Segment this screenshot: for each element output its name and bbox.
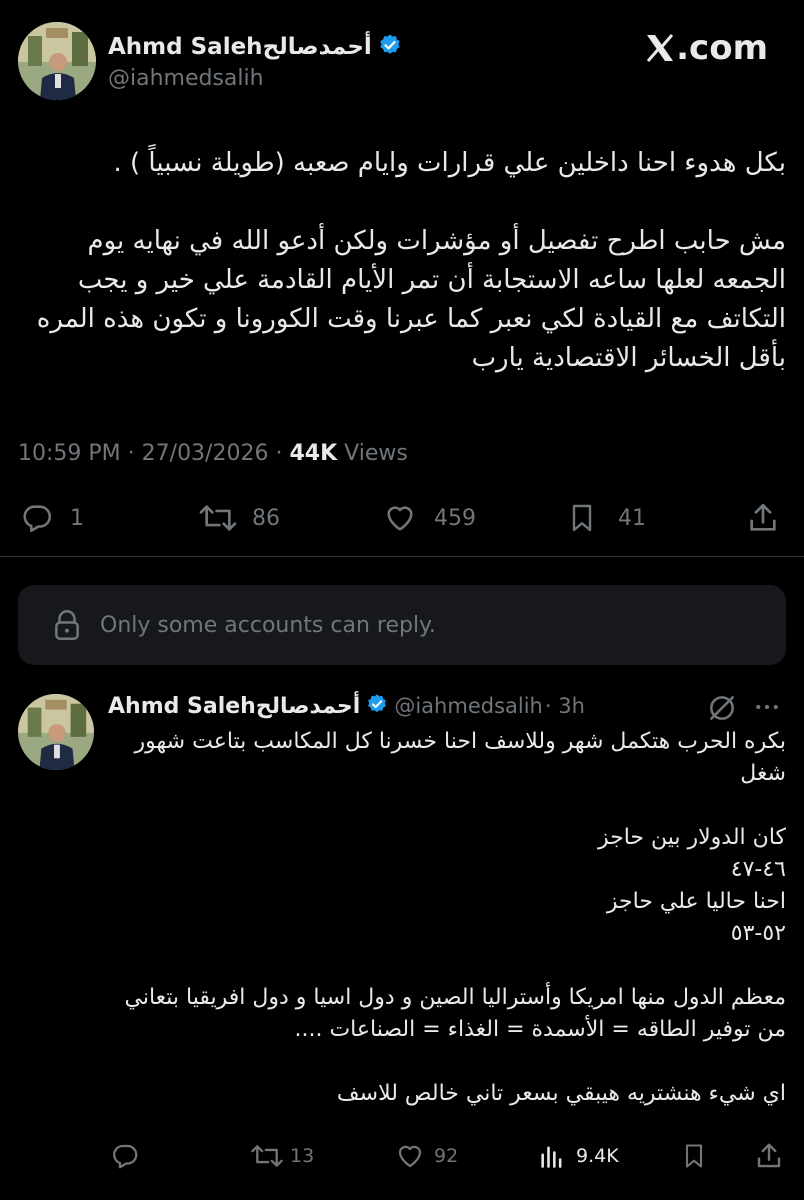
share-icon <box>750 503 776 531</box>
verified-badge-icon <box>366 693 388 719</box>
reply-line: ٤٦-٤٧ <box>730 857 786 882</box>
reply-line: بكره الحرب هتكمل شهر وللاسف احنا خسرنا ك… <box>134 729 786 786</box>
author-avatar[interactable] <box>18 22 96 100</box>
reply-repost-count: 13 <box>290 1145 315 1167</box>
reply-line: كان الدولار بين حاجز <box>597 825 786 850</box>
reply-line: معظم الدول منها امريكا وأستراليا الصين و… <box>124 985 786 1042</box>
repost-count: 86 <box>252 505 280 531</box>
tweet-date[interactable]: 27/03/2026 <box>142 441 269 466</box>
lock-icon <box>55 610 79 640</box>
bookmark-icon <box>572 504 592 532</box>
more-options-icon[interactable] <box>752 692 782 726</box>
reply-line <box>108 950 786 982</box>
tweet-paragraph-1: بكل هدوء احنا داخلين علي قرارات وايام صع… <box>113 148 786 178</box>
like-button[interactable]: 459 <box>382 500 476 536</box>
reply-author-avatar[interactable] <box>18 694 94 770</box>
verified-badge-icon <box>378 33 402 61</box>
bookmark-icon <box>685 1144 703 1168</box>
author-name-row: Ahmd Salehأحمدصالح <box>108 30 402 64</box>
reply-author-name[interactable]: Ahmd Salehأحمدصالح <box>108 694 360 719</box>
bookmark-count: 41 <box>618 505 646 531</box>
reply-icon <box>23 505 52 533</box>
author-handle[interactable]: @iahmedsalih <box>108 66 264 91</box>
reply-author-handle[interactable]: @iahmedsalih <box>394 694 543 718</box>
reply-bookmark-button[interactable] <box>680 1140 708 1172</box>
meta-separator: · <box>275 441 283 466</box>
reply-line: احنا حاليا علي حاجز <box>606 889 786 914</box>
share-icon <box>757 1143 781 1168</box>
reply-like-button[interactable]: 92 <box>394 1140 458 1172</box>
reply-icon <box>113 1144 138 1169</box>
reply-repost-button[interactable]: 13 <box>250 1140 314 1172</box>
reply-views-button[interactable]: 9.4K <box>538 1140 619 1172</box>
reply-button[interactable]: 1 <box>20 500 84 536</box>
reply-header: Ahmd Salehأحمدصالح @iahmedsalih · 3h <box>108 690 585 722</box>
heart-icon <box>398 1145 422 1168</box>
author-name[interactable]: Ahmd Salehأحمدصالح <box>108 34 372 60</box>
reply-line: اي شيء هنشتريه هيبقي بسعر تاني خالص للاس… <box>336 1081 786 1106</box>
tweet-meta: 10:59 PM · 27/03/2026 · 44K Views <box>18 441 408 466</box>
x-logo-text: .com <box>676 28 768 68</box>
heart-icon <box>387 506 413 531</box>
reply-like-count: 92 <box>434 1145 459 1167</box>
bookmark-button[interactable]: 41 <box>566 500 646 536</box>
views-count: 44K <box>289 441 338 466</box>
repost-icon <box>199 505 237 531</box>
x-logo-icon <box>647 34 674 62</box>
x-logo[interactable]: .com <box>645 28 768 68</box>
repost-button[interactable]: 86 <box>198 500 280 536</box>
reply-share-button[interactable] <box>754 1140 784 1172</box>
meta-separator: · <box>127 441 135 466</box>
reply-line <box>108 790 786 822</box>
share-button[interactable] <box>746 500 780 536</box>
reply-text: بكره الحرب هتكمل شهر وللاسف احنا خسرنا ك… <box>108 726 786 1110</box>
tweet-time[interactable]: 10:59 PM <box>18 441 121 466</box>
repost-icon <box>251 1145 283 1167</box>
like-count: 459 <box>434 505 476 531</box>
reply-views-count: 9.4K <box>576 1145 619 1167</box>
reply-line: ٥٢-٥٣ <box>730 921 786 946</box>
reply-notice-text: Only some accounts can reply. <box>100 612 436 638</box>
reply-reply-button[interactable] <box>110 1140 140 1172</box>
views-label: Views <box>344 441 408 466</box>
reply-restriction-notice: Only some accounts can reply. <box>18 585 786 665</box>
reply-count: 1 <box>70 505 84 531</box>
tweet-text: بكل هدوء احنا داخلين علي قرارات وايام صع… <box>20 144 786 378</box>
tweet-paragraph-2: مش حابب اطرح تفصيل أو مؤشرات ولكن أدعو ا… <box>36 226 786 373</box>
reply-line <box>108 1046 786 1078</box>
grok-icon[interactable] <box>706 692 738 728</box>
divider <box>0 556 804 557</box>
views-bar-chart-icon <box>541 1146 562 1168</box>
reply-time[interactable]: · 3h <box>545 694 585 718</box>
